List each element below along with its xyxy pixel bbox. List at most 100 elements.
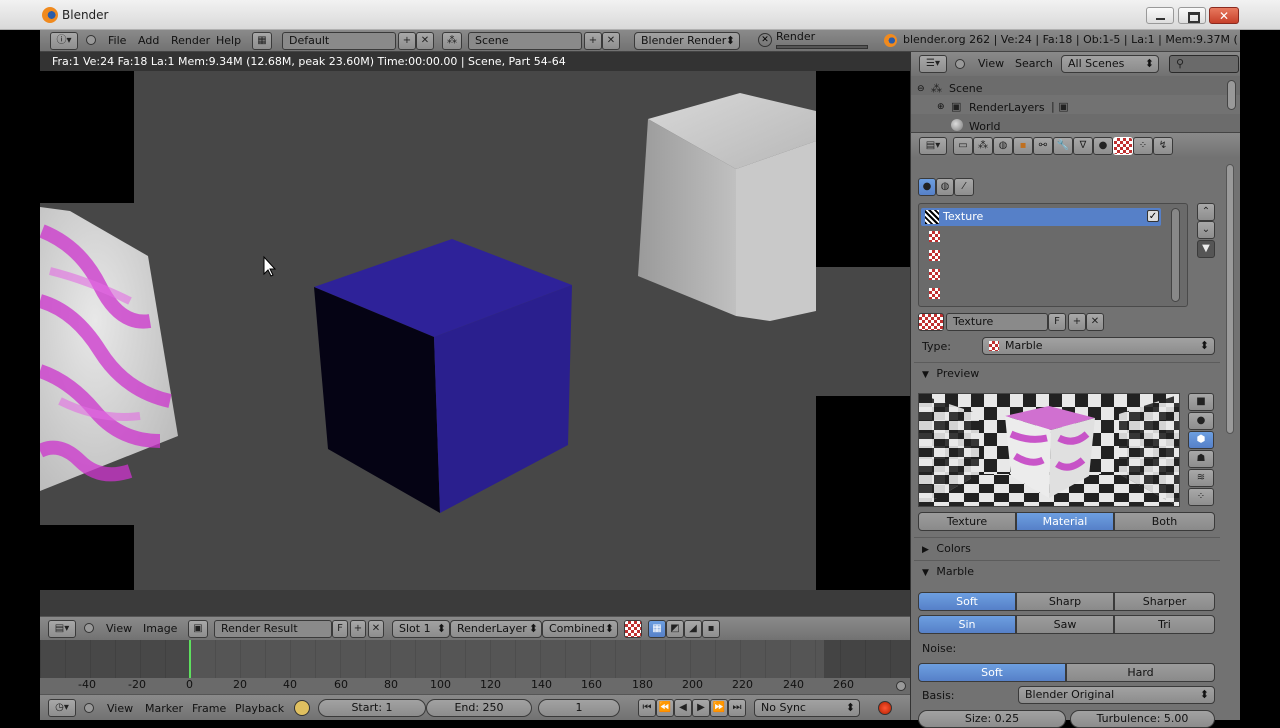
tab-world-icon[interactable]: ◍ xyxy=(993,137,1013,155)
preview-panel-header[interactable]: ▼ Preview xyxy=(916,364,1220,384)
add-screen-icon[interactable]: + xyxy=(398,32,416,50)
empty-slot-icon[interactable] xyxy=(929,250,940,261)
noise-soft[interactable]: Soft xyxy=(918,663,1066,682)
close-button[interactable]: ✕ xyxy=(1209,7,1239,24)
texture-context-world-icon[interactable]: ◍ xyxy=(936,178,954,196)
scroll-handle[interactable] xyxy=(1227,80,1236,110)
restrict-render-icon[interactable]: | ▣ xyxy=(1051,100,1069,113)
preview-range-icon[interactable] xyxy=(294,700,310,716)
outliner-item-scene[interactable]: Scene xyxy=(949,82,983,95)
waveform-saw[interactable]: Saw xyxy=(1016,615,1114,634)
render-pass-dropdown[interactable]: Combined ⬍ xyxy=(542,620,618,638)
menu-file[interactable]: File xyxy=(108,30,126,52)
preview-tab-material[interactable]: Material xyxy=(1016,512,1114,531)
scroll-handle[interactable] xyxy=(896,681,906,691)
texture-context-material-icon[interactable]: ● xyxy=(918,178,936,196)
texture-context-brush-icon[interactable]: ⁄ xyxy=(954,178,974,196)
play-reverse-icon[interactable]: ◀ xyxy=(674,699,692,717)
marble-panel-header[interactable]: ▼ Marble xyxy=(916,562,1220,582)
menu-playback[interactable]: Playback xyxy=(235,698,284,720)
tab-particles-icon[interactable]: ⁘ xyxy=(1133,137,1153,155)
menu-add[interactable]: Add xyxy=(138,30,159,52)
tab-physics-icon[interactable]: ↯ xyxy=(1153,137,1173,155)
remove-screen-icon[interactable]: ✕ xyxy=(416,32,434,50)
empty-slot-icon[interactable] xyxy=(929,269,940,280)
draw-alpha-only-icon[interactable]: ◩ xyxy=(666,620,684,638)
tab-data-icon[interactable]: ∇ xyxy=(1073,137,1093,155)
render-viewport[interactable] xyxy=(40,71,910,616)
outliner-item-world[interactable]: World xyxy=(969,120,1001,132)
editor-type-timeline-icon[interactable]: ◷▾ xyxy=(48,699,76,717)
preview-cube-icon[interactable]: ⬢ xyxy=(1188,431,1214,449)
record-keyframe-icon[interactable] xyxy=(878,701,892,715)
fake-user-button[interactable]: F xyxy=(332,620,348,638)
collapse-menu-icon[interactable] xyxy=(84,623,94,633)
start-frame-field[interactable]: Start: 1 xyxy=(318,699,426,717)
menu-view[interactable]: View xyxy=(978,53,1004,75)
empty-slot-icon[interactable] xyxy=(929,288,940,299)
screen-layout-field[interactable]: Default xyxy=(282,32,396,50)
preview-tab-texture[interactable]: Texture xyxy=(918,512,1016,531)
draw-rgb-icon[interactable]: ▦ xyxy=(648,620,666,638)
scroll-handle[interactable] xyxy=(1171,208,1180,302)
menu-view[interactable]: View xyxy=(107,698,133,720)
jump-end-icon[interactable]: ⏭ xyxy=(728,699,746,717)
preview-plane-icon[interactable]: ■ xyxy=(1188,393,1214,411)
collapse-menu-icon[interactable] xyxy=(86,35,96,45)
end-frame-field[interactable]: End: 250 xyxy=(426,699,532,717)
tab-constraints-icon[interactable]: ⚯ xyxy=(1033,137,1053,155)
jump-next-key-icon[interactable]: ⏩ xyxy=(710,699,728,717)
waveform-sin[interactable]: Sin xyxy=(918,615,1016,634)
outliner-item-renderlayers[interactable]: RenderLayers xyxy=(969,101,1045,114)
menu-help[interactable]: Help xyxy=(216,30,241,52)
preview-sky-icon[interactable]: ⁘ xyxy=(1188,488,1214,506)
current-frame-marker[interactable] xyxy=(189,640,191,678)
texture-browse-icon[interactable] xyxy=(918,313,944,331)
marble-type-sharp[interactable]: Sharp xyxy=(1016,592,1114,611)
editor-type-properties-icon[interactable]: ▤▾ xyxy=(919,137,947,155)
fake-user-button[interactable]: F xyxy=(1048,313,1066,331)
jump-start-icon[interactable]: ⏮ xyxy=(638,699,656,717)
menu-view[interactable]: View xyxy=(106,618,132,640)
texture-enabled-checkbox[interactable]: ✓ xyxy=(1147,210,1159,222)
noise-hard[interactable]: Hard xyxy=(1066,663,1215,682)
image-name-field[interactable]: Render Result xyxy=(214,620,332,638)
tab-scene-icon[interactable]: ⁂ xyxy=(973,137,993,155)
collapse-menu-icon[interactable] xyxy=(84,703,94,713)
outliner-search-input[interactable]: ⚲ xyxy=(1169,55,1239,73)
remove-scene-icon[interactable]: ✕ xyxy=(602,32,620,50)
render-layer-dropdown[interactable]: RenderLayer ⬍ xyxy=(450,620,542,638)
preview-sphere-icon[interactable]: ● xyxy=(1188,412,1214,430)
marble-type-sharper[interactable]: Sharper xyxy=(1114,592,1215,611)
unlink-texture-icon[interactable]: ✕ xyxy=(1086,313,1104,331)
move-slot-up-icon[interactable]: ⌃ xyxy=(1197,203,1215,221)
editor-type-outliner-icon[interactable]: ☰▾ xyxy=(919,55,947,73)
outliner-filter-dropdown[interactable]: All Scenes ⬍ xyxy=(1061,55,1159,73)
draw-alpha-icon[interactable] xyxy=(624,620,642,638)
maximize-button[interactable] xyxy=(1178,7,1206,24)
slot-specials-icon[interactable]: ▼ xyxy=(1197,240,1215,258)
editor-type-info-icon[interactable]: ⓘ▾ xyxy=(50,32,78,50)
render-engine-dropdown[interactable]: Blender Render ⬍ xyxy=(634,32,740,50)
menu-image[interactable]: Image xyxy=(143,618,177,640)
editor-type-image-icon[interactable]: ▤▾ xyxy=(48,620,76,638)
texture-slot-item[interactable]: Texture ✓ xyxy=(921,208,1161,226)
add-scene-icon[interactable]: + xyxy=(584,32,602,50)
draw-channels-icon[interactable]: ▪ xyxy=(702,620,720,638)
preview-tab-both[interactable]: Both xyxy=(1114,512,1215,531)
current-frame-field[interactable]: 1 xyxy=(538,699,620,717)
marble-type-soft[interactable]: Soft xyxy=(918,592,1016,611)
preview-hair-icon[interactable]: ≋ xyxy=(1188,469,1214,487)
tab-render-icon[interactable]: ▭ xyxy=(953,137,973,155)
menu-search[interactable]: Search xyxy=(1015,53,1053,75)
timeline-area[interactable] xyxy=(40,640,910,678)
cancel-render-icon[interactable]: ✕ xyxy=(758,33,772,47)
unlink-image-icon[interactable]: ✕ xyxy=(368,620,384,638)
expand-icon[interactable]: ⊕ xyxy=(937,102,945,112)
tab-texture-icon[interactable] xyxy=(1113,137,1133,155)
scene-icon[interactable]: ⁂ xyxy=(442,32,462,50)
empty-slot-icon[interactable] xyxy=(929,231,940,242)
slot-dropdown[interactable]: Slot 1 ⬍ xyxy=(392,620,450,638)
turbulence-field[interactable]: Turbulence: 5.00 xyxy=(1070,710,1215,728)
texture-type-dropdown[interactable]: Marble ⬍ xyxy=(982,337,1215,355)
